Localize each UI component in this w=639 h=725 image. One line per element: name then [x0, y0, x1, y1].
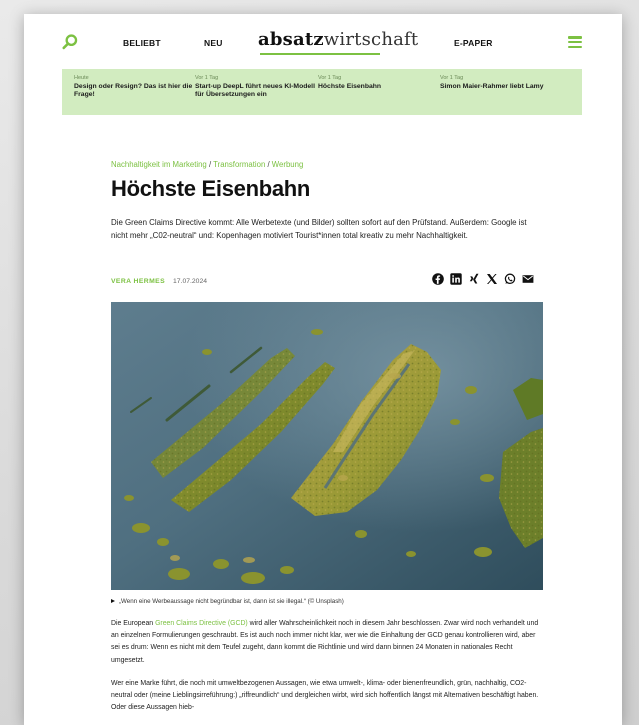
breadcrumb-link[interactable]: Werbung — [272, 160, 304, 169]
news-ticker: Heute Design oder Resign? Das ist hier d… — [62, 69, 582, 115]
ticker-item[interactable]: Vor 1 Tag Start-up DeepL führt neues KI-… — [195, 75, 315, 100]
paragraph-text: Die European — [111, 620, 156, 627]
facebook-icon[interactable] — [432, 273, 444, 285]
article-lead: Die Green Claims Directive kommt: Alle W… — [111, 218, 527, 240]
mail-icon[interactable] — [522, 273, 534, 285]
ticker-date: Vor 1 Tag — [440, 75, 464, 81]
nav-beliebt[interactable]: BELIEBT — [123, 38, 161, 48]
breadcrumb-link[interactable]: Transformation — [213, 160, 265, 169]
nav-neu[interactable]: NEU — [204, 38, 223, 48]
publish-date: 17.07.2024 — [173, 278, 208, 285]
ticker-title: Design oder Resign? Das ist hier die Fra… — [74, 83, 193, 99]
site-logo[interactable]: absatzwirtschaft — [258, 29, 418, 50]
ticker-title: Start-up DeepL führt neues KI-Modell für… — [195, 83, 315, 99]
ticker-item[interactable]: Heute Design oder Resign? Das ist hier d… — [74, 75, 194, 100]
caption-arrow-icon — [111, 599, 115, 604]
author-link[interactable]: VERA HERMES — [111, 278, 165, 285]
ticker-title: Simon Maier-Rahmer liebt Lamy — [440, 83, 544, 90]
breadcrumb-link[interactable]: Nachhaltigkeit im Marketing — [111, 160, 207, 169]
ticker-item[interactable]: Vor 1 Tag Simon Maier-Rahmer liebt Lamy — [440, 75, 560, 91]
breadcrumb: Nachhaltigkeit im Marketing / Transforma… — [111, 160, 303, 169]
article-title: Höchste Eisenbahn — [111, 176, 311, 201]
article-page: BELIEBT NEU absatzwirtschaft E-PAPER Heu… — [24, 14, 622, 725]
xing-icon[interactable] — [468, 273, 480, 285]
linkedin-icon[interactable] — [450, 273, 462, 285]
logo-bold-text: absatz — [258, 29, 324, 50]
article-photo — [111, 302, 543, 590]
gcd-link[interactable]: Green Claims Directive (GCD) — [155, 620, 248, 627]
logo-underline — [260, 53, 380, 55]
nav-epaper[interactable]: E-PAPER — [454, 38, 493, 48]
photo-caption: „Wenn eine Werbeaussage nicht begründbar… — [111, 598, 344, 605]
article-paragraph: Die European Green Claims Directive (GCD… — [111, 618, 543, 667]
ticker-date: Vor 1 Tag — [195, 75, 219, 81]
site-header: BELIEBT NEU absatzwirtschaft E-PAPER — [24, 14, 622, 68]
hamburger-menu-icon[interactable] — [568, 36, 582, 49]
whatsapp-icon[interactable] — [504, 273, 516, 285]
caption-text: „Wenn eine Werbeaussage nicht begründbar… — [119, 598, 344, 605]
ticker-date: Heute — [74, 75, 89, 81]
share-bar — [432, 273, 534, 285]
logo-light-text: wirtschaft — [323, 29, 419, 50]
article-paragraph: Wer eine Marke führt, die noch mit umwel… — [111, 680, 539, 712]
search-icon[interactable] — [61, 33, 79, 51]
ticker-item[interactable]: Vor 1 Tag Höchste Eisenbahn — [318, 75, 438, 91]
ticker-title: Höchste Eisenbahn — [318, 83, 382, 90]
x-icon[interactable] — [486, 273, 498, 285]
ticker-date: Vor 1 Tag — [318, 75, 342, 81]
